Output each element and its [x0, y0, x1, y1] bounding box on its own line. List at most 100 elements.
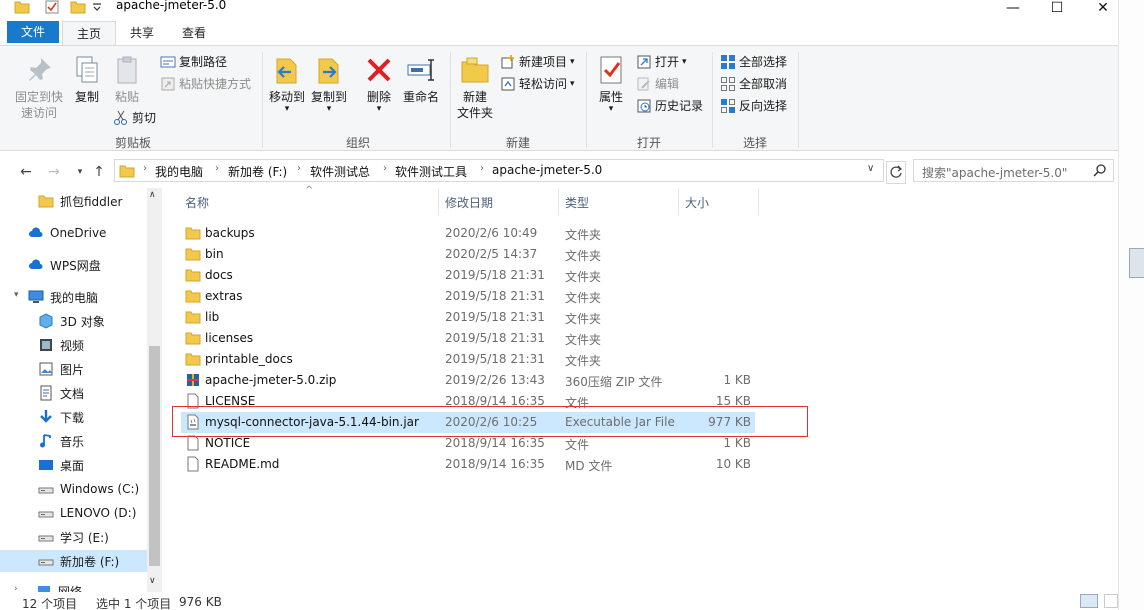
scroll-down-chevron-icon[interactable]: ∨ [149, 576, 156, 586]
copy-button[interactable]: 复制 [70, 54, 104, 105]
breadcrumb-separator-icon[interactable]: › [480, 163, 484, 174]
nav-item-4[interactable]: ▾ 我的电脑 [0, 286, 147, 308]
details-view-button[interactable] [1080, 594, 1098, 608]
computer-icon [28, 289, 44, 305]
navigation-pane-scrollbar[interactable]: ∧ ∨ [147, 188, 162, 592]
breadcrumb-my-computer[interactable]: 我的电脑 [155, 163, 203, 180]
copy-to-button[interactable]: 复制到 ▾ [308, 54, 350, 114]
breadcrumb-test-total[interactable]: 软件测试总 [310, 163, 370, 180]
select-group-label: 选择 [742, 136, 767, 150]
tab-view[interactable]: 查看 [168, 21, 220, 45]
table-row[interactable]: docs 2019/5/18 21:31 文件夹 [181, 265, 755, 286]
nav-item-2[interactable]: OneDrive [0, 222, 147, 244]
address-dropdown-chevron-icon[interactable]: ∨ [867, 163, 874, 174]
back-arrow-icon[interactable]: ← [18, 164, 34, 180]
delete-button[interactable]: 删除 ▾ [362, 54, 396, 114]
search-box[interactable]: 搜索"apache-jmeter-5.0" [913, 159, 1114, 182]
table-row[interactable]: backups 2020/2/6 10:49 文件夹 [181, 223, 755, 244]
column-divider[interactable] [438, 188, 439, 215]
network-icon [36, 583, 52, 592]
new-folder-button[interactable]: 新建 文件夹 [454, 54, 496, 121]
pin-quick-access-button[interactable]: 固定到快 速访问 [10, 54, 68, 121]
select-all-icon [720, 54, 736, 70]
sort-ascending-chevron-icon: ^ [305, 185, 314, 196]
easy-access-button[interactable]: 轻松访问 ▾ [500, 76, 575, 92]
scrollbar-thumb[interactable] [149, 346, 160, 566]
new-item-button[interactable]: 新建项目 ▾ [500, 54, 575, 70]
tab-home[interactable]: 主页 [62, 21, 117, 46]
history-button[interactable]: 历史记录 [636, 98, 703, 114]
open-button[interactable]: 打开 ▾ [636, 54, 687, 70]
tab-share[interactable]: 共享 [116, 21, 168, 45]
column-header-size[interactable]: 大小 [685, 194, 709, 216]
select-none-button[interactable]: 全部取消 [720, 76, 787, 92]
table-row[interactable]: licenses 2019/5/18 21:31 文件夹 [181, 328, 755, 349]
minimize-button[interactable]: — [990, 0, 1036, 16]
move-to-button[interactable]: 移动到 ▾ [266, 54, 308, 114]
nav-item-10[interactable]: 音乐 [0, 430, 147, 452]
new-folder-icon[interactable] [70, 0, 86, 14]
maximize-button[interactable]: ☐ [1034, 0, 1080, 16]
large-icons-view-button[interactable] [1104, 594, 1118, 608]
nav-item-15[interactable]: 新加卷 (F:) [0, 550, 147, 572]
nav-item-5[interactable]: 3D 对象 [0, 310, 147, 332]
scroll-up-chevron-icon[interactable]: ∧ [149, 190, 156, 200]
window-title: apache-jmeter-5.0 [116, 0, 227, 12]
cut-button[interactable]: 剪切 [113, 110, 156, 126]
nav-item-3[interactable]: WPS网盘 [0, 254, 147, 276]
recent-locations-chevron-icon[interactable]: ▾ [72, 164, 88, 180]
breadcrumb-separator-icon[interactable]: › [143, 163, 147, 174]
tab-file[interactable]: 文件 [7, 21, 60, 43]
column-header-name[interactable]: 名称 [185, 194, 209, 216]
column-divider[interactable] [558, 188, 559, 215]
collapsed-chevron-icon[interactable]: › [14, 584, 18, 592]
nav-item-7[interactable]: 图片 [0, 358, 147, 380]
breadcrumb-test-tools[interactable]: 软件测试工具 [395, 163, 467, 180]
file-modified-date: 2019/5/18 21:31 [445, 289, 545, 303]
nav-item-6[interactable]: 视频 [0, 334, 147, 356]
table-row[interactable]: printable_docs 2019/5/18 21:31 文件夹 [181, 349, 755, 370]
shortcut-icon [160, 76, 176, 92]
checkbox-icon[interactable] [44, 0, 60, 14]
paste-shortcut-button[interactable]: 粘贴快捷方式 [160, 76, 251, 92]
nav-item-9[interactable]: 下载 [0, 406, 147, 428]
nav-item-12[interactable]: Windows (C:) [0, 478, 147, 500]
select-all-button[interactable]: 全部选择 [720, 54, 787, 70]
paste-button[interactable]: 粘贴 [110, 54, 144, 105]
breadcrumb-current-folder[interactable]: apache-jmeter-5.0 [492, 163, 602, 177]
forward-arrow-icon[interactable]: → [46, 164, 62, 180]
nav-item-13[interactable]: LENOVO (D:) [0, 502, 147, 524]
quick-access-dropdown-icon[interactable] [92, 1, 102, 15]
address-bar[interactable]: › 我的电脑 › 新加卷 (F:) › 软件测试总 › 软件测试工具 › apa… [114, 159, 884, 182]
invert-selection-button[interactable]: 反向选择 [720, 98, 787, 114]
rename-button[interactable]: 重命名 [400, 54, 442, 105]
copy-path-button[interactable]: 复制路径 [160, 54, 227, 70]
nav-item-8[interactable]: 文档 [0, 382, 147, 404]
chevron-down-icon: ▾ [326, 104, 332, 114]
nav-item-16[interactable]: › 网络 [0, 580, 147, 592]
edit-button[interactable]: 编辑 [636, 76, 679, 92]
table-row[interactable]: lib 2019/5/18 21:31 文件夹 [181, 307, 755, 328]
table-row[interactable]: apache-jmeter-5.0.zip 2019/2/26 13:43 360压… [181, 370, 755, 391]
breadcrumb-separator-icon[interactable]: › [297, 163, 301, 174]
refresh-button[interactable] [886, 161, 906, 184]
column-divider[interactable] [758, 188, 759, 215]
nav-item-11[interactable]: 桌面 [0, 454, 147, 476]
properties-button[interactable]: 属性 ▾ [592, 54, 630, 114]
expanded-chevron-icon[interactable]: ▾ [14, 290, 19, 300]
up-arrow-icon[interactable]: ↑ [91, 164, 107, 180]
file-name: licenses [205, 331, 254, 345]
nav-item-14[interactable]: 学习 (E:) [0, 526, 147, 548]
table-row[interactable]: extras 2019/5/18 21:31 文件夹 [181, 286, 755, 307]
column-header-type[interactable]: 类型 [565, 194, 589, 216]
table-row[interactable]: README.md 2018/9/14 16:35 MD 文件 10 KB [181, 454, 755, 475]
nav-item-1[interactable]: 抓包fiddler [0, 190, 147, 212]
column-divider[interactable] [678, 188, 679, 215]
breadcrumb-separator-icon[interactable]: › [383, 163, 387, 174]
breadcrumb-separator-icon[interactable]: › [215, 163, 219, 174]
column-header-date[interactable]: 修改日期 [445, 194, 493, 216]
breadcrumb-drive-f[interactable]: 新加卷 (F:) [228, 163, 287, 180]
search-icon[interactable] [1093, 163, 1107, 177]
new-folder-icon [459, 54, 491, 86]
table-row[interactable]: bin 2020/2/5 14:37 文件夹 [181, 244, 755, 265]
